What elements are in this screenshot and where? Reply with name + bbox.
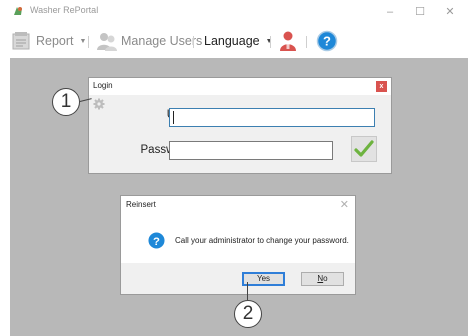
yes-button[interactable]: Yes <box>242 272 285 286</box>
title-bar: Washer RePortal – ☐ ✕ <box>0 0 474 24</box>
password-input[interactable] <box>169 141 333 160</box>
language-menu[interactable]: Language ▼ <box>204 24 273 58</box>
report-label: Report <box>36 34 74 48</box>
toolbar-separator <box>88 36 89 48</box>
toolbar-separator <box>270 36 271 48</box>
reinsert-button-bar: Yes No <box>121 263 355 294</box>
reinsert-title-bar: Reinsert ✕ <box>121 196 355 213</box>
no-button-suffix: o <box>323 274 328 283</box>
login-title: Login <box>93 81 113 90</box>
users-icon <box>97 33 117 51</box>
minimize-button[interactable]: – <box>376 2 404 22</box>
user-input[interactable] <box>169 108 375 127</box>
question-icon: ? <box>148 232 165 249</box>
gear-icon[interactable] <box>93 98 105 110</box>
reinsert-message-area: ? Call your administrator to change your… <box>121 213 355 263</box>
text-caret <box>173 111 174 124</box>
washer-app-icon <box>14 7 22 15</box>
manage-users-button[interactable]: Manage Users <box>96 24 202 58</box>
chevron-down-icon: ▼ <box>79 37 87 45</box>
help-icon: ? <box>316 30 338 52</box>
reinsert-close-button[interactable]: ✕ <box>340 198 349 211</box>
login-submit-button[interactable] <box>351 136 377 162</box>
reinsert-title: Reinsert <box>126 200 156 209</box>
language-label: Language <box>204 34 260 48</box>
toolbar-separator <box>306 36 307 48</box>
toolbar-separator <box>193 36 194 48</box>
callout-badge: 2 <box>234 300 262 328</box>
svg-text:?: ? <box>323 34 331 49</box>
window-title: Washer RePortal <box>30 5 99 15</box>
app-window: Washer RePortal – ☐ ✕ Report ▼ Manage Us… <box>0 0 474 336</box>
user-icon <box>280 31 296 51</box>
checkmark-icon <box>354 140 374 157</box>
login-dialog: Login x User Password <box>88 77 392 174</box>
login-title-bar: Login x <box>89 78 391 95</box>
close-button[interactable]: ✕ <box>436 2 464 22</box>
help-button[interactable]: ? <box>316 24 338 58</box>
report-menu[interactable]: Report ▼ <box>10 24 86 58</box>
manage-users-label: Manage Users <box>121 34 203 48</box>
maximize-button[interactable]: ☐ <box>406 2 434 22</box>
main-toolbar: Report ▼ Manage Users Language ▼ <box>0 24 474 58</box>
user-button[interactable] <box>278 24 298 58</box>
login-close-button[interactable]: x <box>376 81 387 92</box>
callout-leader-line <box>247 282 249 300</box>
reinsert-message: Call your administrator to change your p… <box>175 236 349 245</box>
callout-badge: 1 <box>52 88 80 116</box>
no-button[interactable]: No <box>301 272 344 286</box>
svg-text:?: ? <box>153 236 160 248</box>
reinsert-dialog: Reinsert ✕ ? Call your administrator to … <box>120 195 356 295</box>
report-icon <box>12 32 30 50</box>
